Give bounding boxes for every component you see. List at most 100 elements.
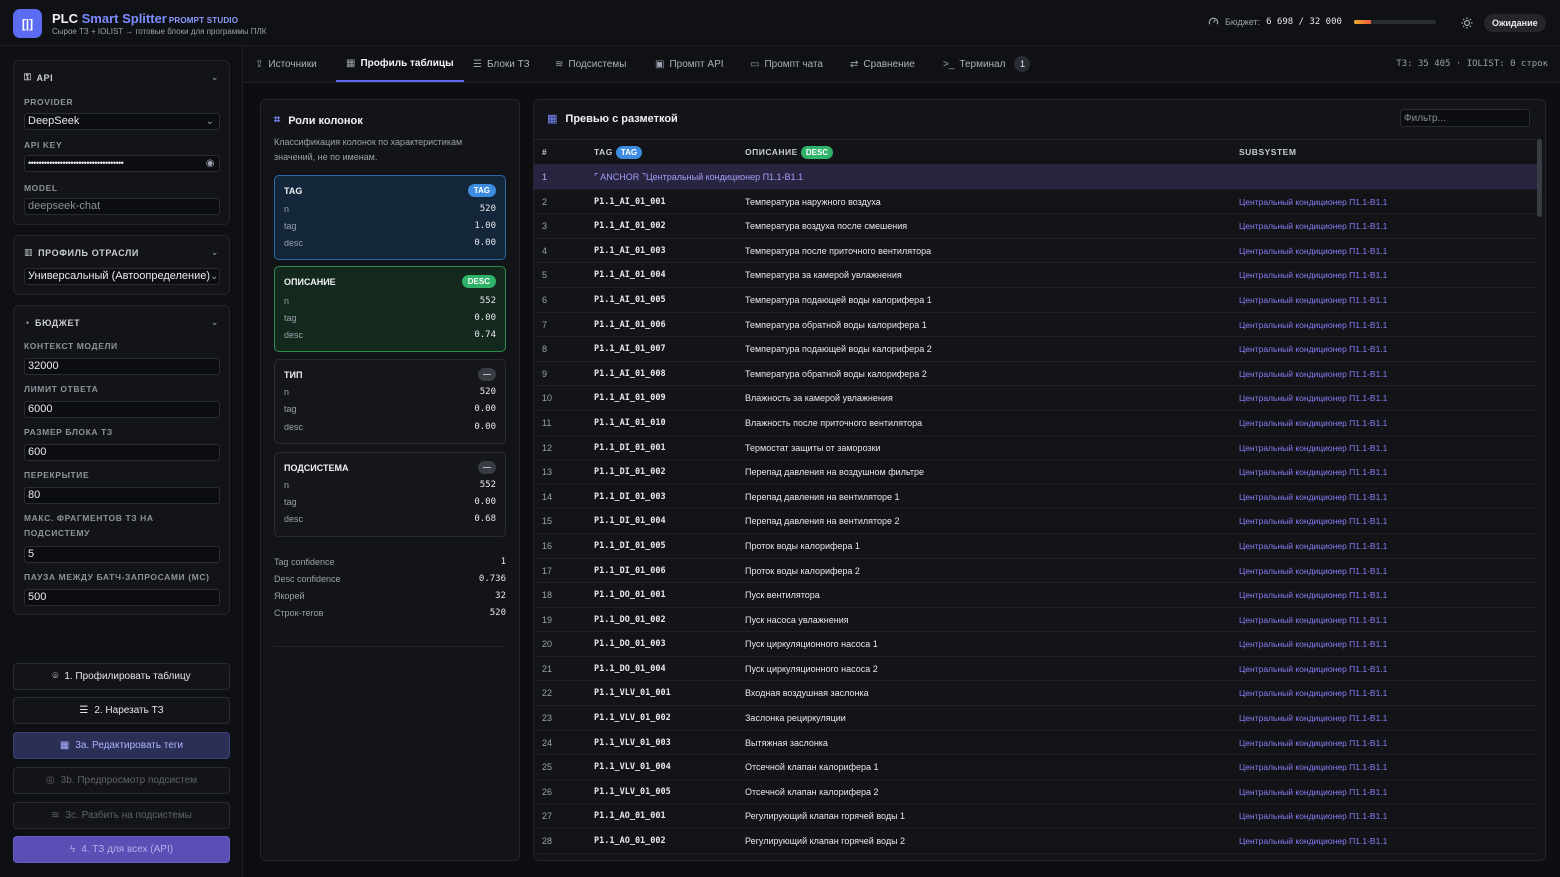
table-row[interactable]: 9 P1.1_AI_01_008 Температура обратной воды… (534, 362, 1537, 387)
table-row[interactable]: 10 P1.1_AI_01_009 Влажность за камерой увл… (534, 386, 1537, 411)
table-row[interactable]: 26 P1.1_VLV_01_005 Отсечной клапан калориф… (534, 780, 1537, 805)
table-row[interactable]: 6 P1.1_AI_01_005 Температура подающей воды… (534, 288, 1537, 313)
tab-prompt-api[interactable]: ▣ Промпт API (655, 46, 724, 82)
scan-icon: ⌗ (274, 114, 281, 126)
profile-table-button[interactable]: ⌾ 1. Профилировать таблицу (13, 663, 230, 690)
tag-cell: P1.1_AO_01_001 (594, 811, 666, 822)
app-logo: [|] (13, 9, 42, 38)
row-number: 16 (542, 540, 553, 551)
table-row[interactable]: 22 P1.1_VLV_01_001 Входная воздушная засло… (534, 681, 1537, 707)
table-row[interactable]: 16 P1.1_DI_01_005 Проток воды калорифера 1… (534, 534, 1537, 559)
bolt-icon: ϟ (69, 844, 76, 855)
overlap-input[interactable]: 80 (24, 487, 220, 504)
industry-panel-header[interactable]: ▥ ПРОФИЛЬ ОТРАСЛИ ⌄ (24, 247, 219, 258)
role-card-tag[interactable]: TAG TAG n 520 tag 1.00 desc 0.00 (274, 175, 506, 260)
table-row[interactable]: 17 P1.1_DI_01_006 Проток воды калорифера 2… (534, 559, 1537, 584)
table-row[interactable]: 4 P1.1_AI_01_003 Температура после приточн… (534, 239, 1537, 264)
column-header-tag[interactable]: TAG TAG (594, 140, 643, 164)
tz-all-api-button[interactable]: ϟ 4. ТЗ для всех (API) (13, 836, 230, 863)
tag-cell: P1.1_AI_01_007 (594, 344, 666, 355)
subsystem-cell: Центральный кондиционер П1.1-В1.1 (1239, 836, 1388, 847)
theme-toggle-icon[interactable] (1461, 17, 1473, 29)
tab-sources[interactable]: ⇪ Источники (255, 46, 317, 82)
table-row[interactable]: 23 P1.1_VLV_01_002 Заслонка рециркуляции Це… (534, 706, 1537, 731)
column-header-num[interactable]: # (542, 140, 547, 164)
table-row[interactable]: 11 P1.1_AI_01_010 Влажность после приточно… (534, 411, 1537, 436)
description-cell: Проток воды калорифера 1 (745, 540, 860, 551)
answer-limit-input[interactable]: 6000 (24, 401, 220, 418)
role-stat-desc: desc 0.68 (284, 514, 496, 524)
eye-icon[interactable]: ◉ (206, 156, 215, 171)
role-stat-n: n 552 (284, 296, 496, 306)
table-row[interactable]: 5 P1.1_AI_01_004 Температура за камерой ув… (534, 263, 1537, 288)
table-row[interactable]: 21 P1.1_DO_01_004 Пуск циркуляционного нас… (534, 657, 1537, 682)
role-card-type[interactable]: ТИП — n 520 tag 0.00 desc 0.00 (274, 359, 506, 444)
table-row[interactable]: 15 P1.1_DI_01_004 Перепад давления на вент… (534, 509, 1537, 534)
terminal-count-badge: 1 (1014, 56, 1031, 72)
preview-title: ▦ Превью с разметкой (547, 112, 678, 126)
role-card-subsystem[interactable]: ПОДСИСТЕМА — n 552 tag 0.00 desc 0.68 (274, 452, 506, 537)
list-icon: ☰ (79, 705, 89, 716)
tag-cell: P1.1_DO_01_002 (594, 614, 666, 625)
tag-confidence-stat: Tag confidence 1 (274, 557, 506, 567)
table-row[interactable]: 24 P1.1_VLV_01_003 Вытяжная заслонка Центра… (534, 731, 1537, 756)
edit-tags-button[interactable]: ▦ 3a. Редактировать теги (13, 732, 230, 759)
table-row[interactable]: 19 P1.1_DO_01_002 Пуск насоса увлажнения Це… (534, 608, 1537, 633)
provider-select[interactable]: DeepSeek ⌄ (24, 113, 220, 130)
filter-input[interactable]: Фильтр... (1400, 109, 1530, 127)
pause-input[interactable]: 500 (24, 589, 220, 606)
table-header: # TAG TAG ОПИСАНИЕ DESC SUBSYSTEM (534, 139, 1537, 165)
api-panel-header[interactable]: ⚿ API ⌄ (24, 72, 219, 83)
table-scrollbar[interactable] (1537, 139, 1542, 217)
table-row[interactable]: 25 P1.1_VLV_01_004 Отсечной клапан калориф… (534, 755, 1537, 780)
anchor-row[interactable]: 1 ⌜ ANCHOR ⌝Центральный кондиционер П1.1… (534, 165, 1537, 190)
block-size-input[interactable]: 600 (24, 444, 220, 461)
context-input[interactable]: 32000 (24, 358, 220, 375)
role-card-description[interactable]: ОПИСАНИЕ DESC n 552 tag 0.00 desc 0.74 (274, 266, 506, 352)
api-key-input[interactable]: •••••••••••••••••••••••••••••••••••• ◉ (24, 155, 220, 172)
model-input[interactable]: deepseek-chat (24, 198, 220, 215)
description-cell: Температура за камерой увлажнения (745, 270, 902, 281)
table-row[interactable]: 3 P1.1_AI_01_002 Температура воздуха после… (534, 214, 1537, 239)
max-fragments-input[interactable]: 5 (24, 546, 220, 563)
table-row[interactable]: 27 P1.1_AO_01_001 Регулирующий клапан горя… (534, 804, 1537, 830)
table-row[interactable]: 12 P1.1_DI_01_001 Термостат защиты от замо… (534, 436, 1537, 461)
table-row[interactable]: 20 P1.1_DO_01_003 Пуск циркуляционного нас… (534, 632, 1537, 657)
chevron-down-icon[interactable]: ⌄ (211, 247, 219, 258)
tag-rows-stat: Строк-тегов 520 (274, 608, 506, 618)
table-row[interactable]: 14 P1.1_DI_01_003 Перепад давления на вент… (534, 485, 1537, 510)
tab-subsystems[interactable]: ≋ Подсистемы (555, 46, 626, 82)
chevron-down-icon[interactable]: ⌄ (211, 72, 219, 83)
split-subsystems-button[interactable]: ≋ 3c. Разбить на подсистемы (13, 802, 230, 829)
table-row[interactable]: 2 P1.1_AI_01_001 Температура наружного воз… (534, 190, 1537, 215)
table-row[interactable]: 7 P1.1_AI_01_006 Температура обратной воды… (534, 313, 1537, 338)
column-header-subsystem[interactable]: SUBSYSTEM (1239, 140, 1296, 164)
tag-cell: P1.1_VLV_01_004 (594, 762, 671, 773)
tab-prompt-chat[interactable]: ▭ Промпт чата (750, 46, 823, 82)
tag-cell: P1.1_VLV_01_002 (594, 713, 671, 724)
description-cell: Перепад давления на вентиляторе 2 (745, 516, 900, 527)
tab-profile[interactable]: ▦ Профиль таблицы (336, 46, 464, 82)
table-row[interactable]: 18 P1.1_DO_01_001 Пуск вентилятора Централь… (534, 583, 1537, 608)
tag-cell: P1.1_DO_01_003 (594, 639, 666, 650)
cut-tz-button[interactable]: ☰ 2. Нарезать ТЗ (13, 697, 230, 724)
preview-subsystems-button[interactable]: ◎ 3b. Предпросмотр подсистем (13, 767, 230, 794)
role-stat-tag: tag 0.00 (284, 497, 496, 507)
tab-blocks[interactable]: ☰ Блоки ТЗ (473, 46, 530, 82)
industry-select[interactable]: Универсальный (Автоопределение) ⌄ (24, 268, 220, 285)
subsystem-cell: Центральный кондиционер П1.1-В1.1 (1239, 393, 1388, 404)
chevron-down-icon[interactable]: ⌄ (211, 317, 219, 328)
table-row[interactable]: 28 P1.1_AO_01_002 Регулирующий клапан горя… (534, 829, 1537, 854)
subsystem-cell: Центральный кондиционер П1.1-В1.1 (1239, 762, 1388, 773)
chevron-down-icon: ⌄ (205, 116, 214, 127)
tab-compare[interactable]: ⇄ Сравнение (850, 46, 915, 82)
description-cell: Вытяжная заслонка (745, 737, 828, 748)
anchors-stat: Якорей 32 (274, 591, 506, 601)
table-row[interactable]: 8 P1.1_AI_01_007 Температура подающей воды… (534, 337, 1537, 362)
budget-panel-header[interactable]: ◔ БЮДЖЕТ ⌄ (24, 317, 219, 328)
column-header-description[interactable]: ОПИСАНИЕ DESC (745, 140, 834, 164)
tab-terminal[interactable]: >_ Терминал 1 (943, 46, 1031, 82)
table-row[interactable]: 13 P1.1_DI_01_002 Перепад давления на возд… (534, 460, 1537, 485)
subsystem-cell: Центральный кондиционер П1.1-В1.1 (1239, 639, 1388, 650)
tag-cell: P1.1_DI_01_003 (594, 491, 666, 502)
